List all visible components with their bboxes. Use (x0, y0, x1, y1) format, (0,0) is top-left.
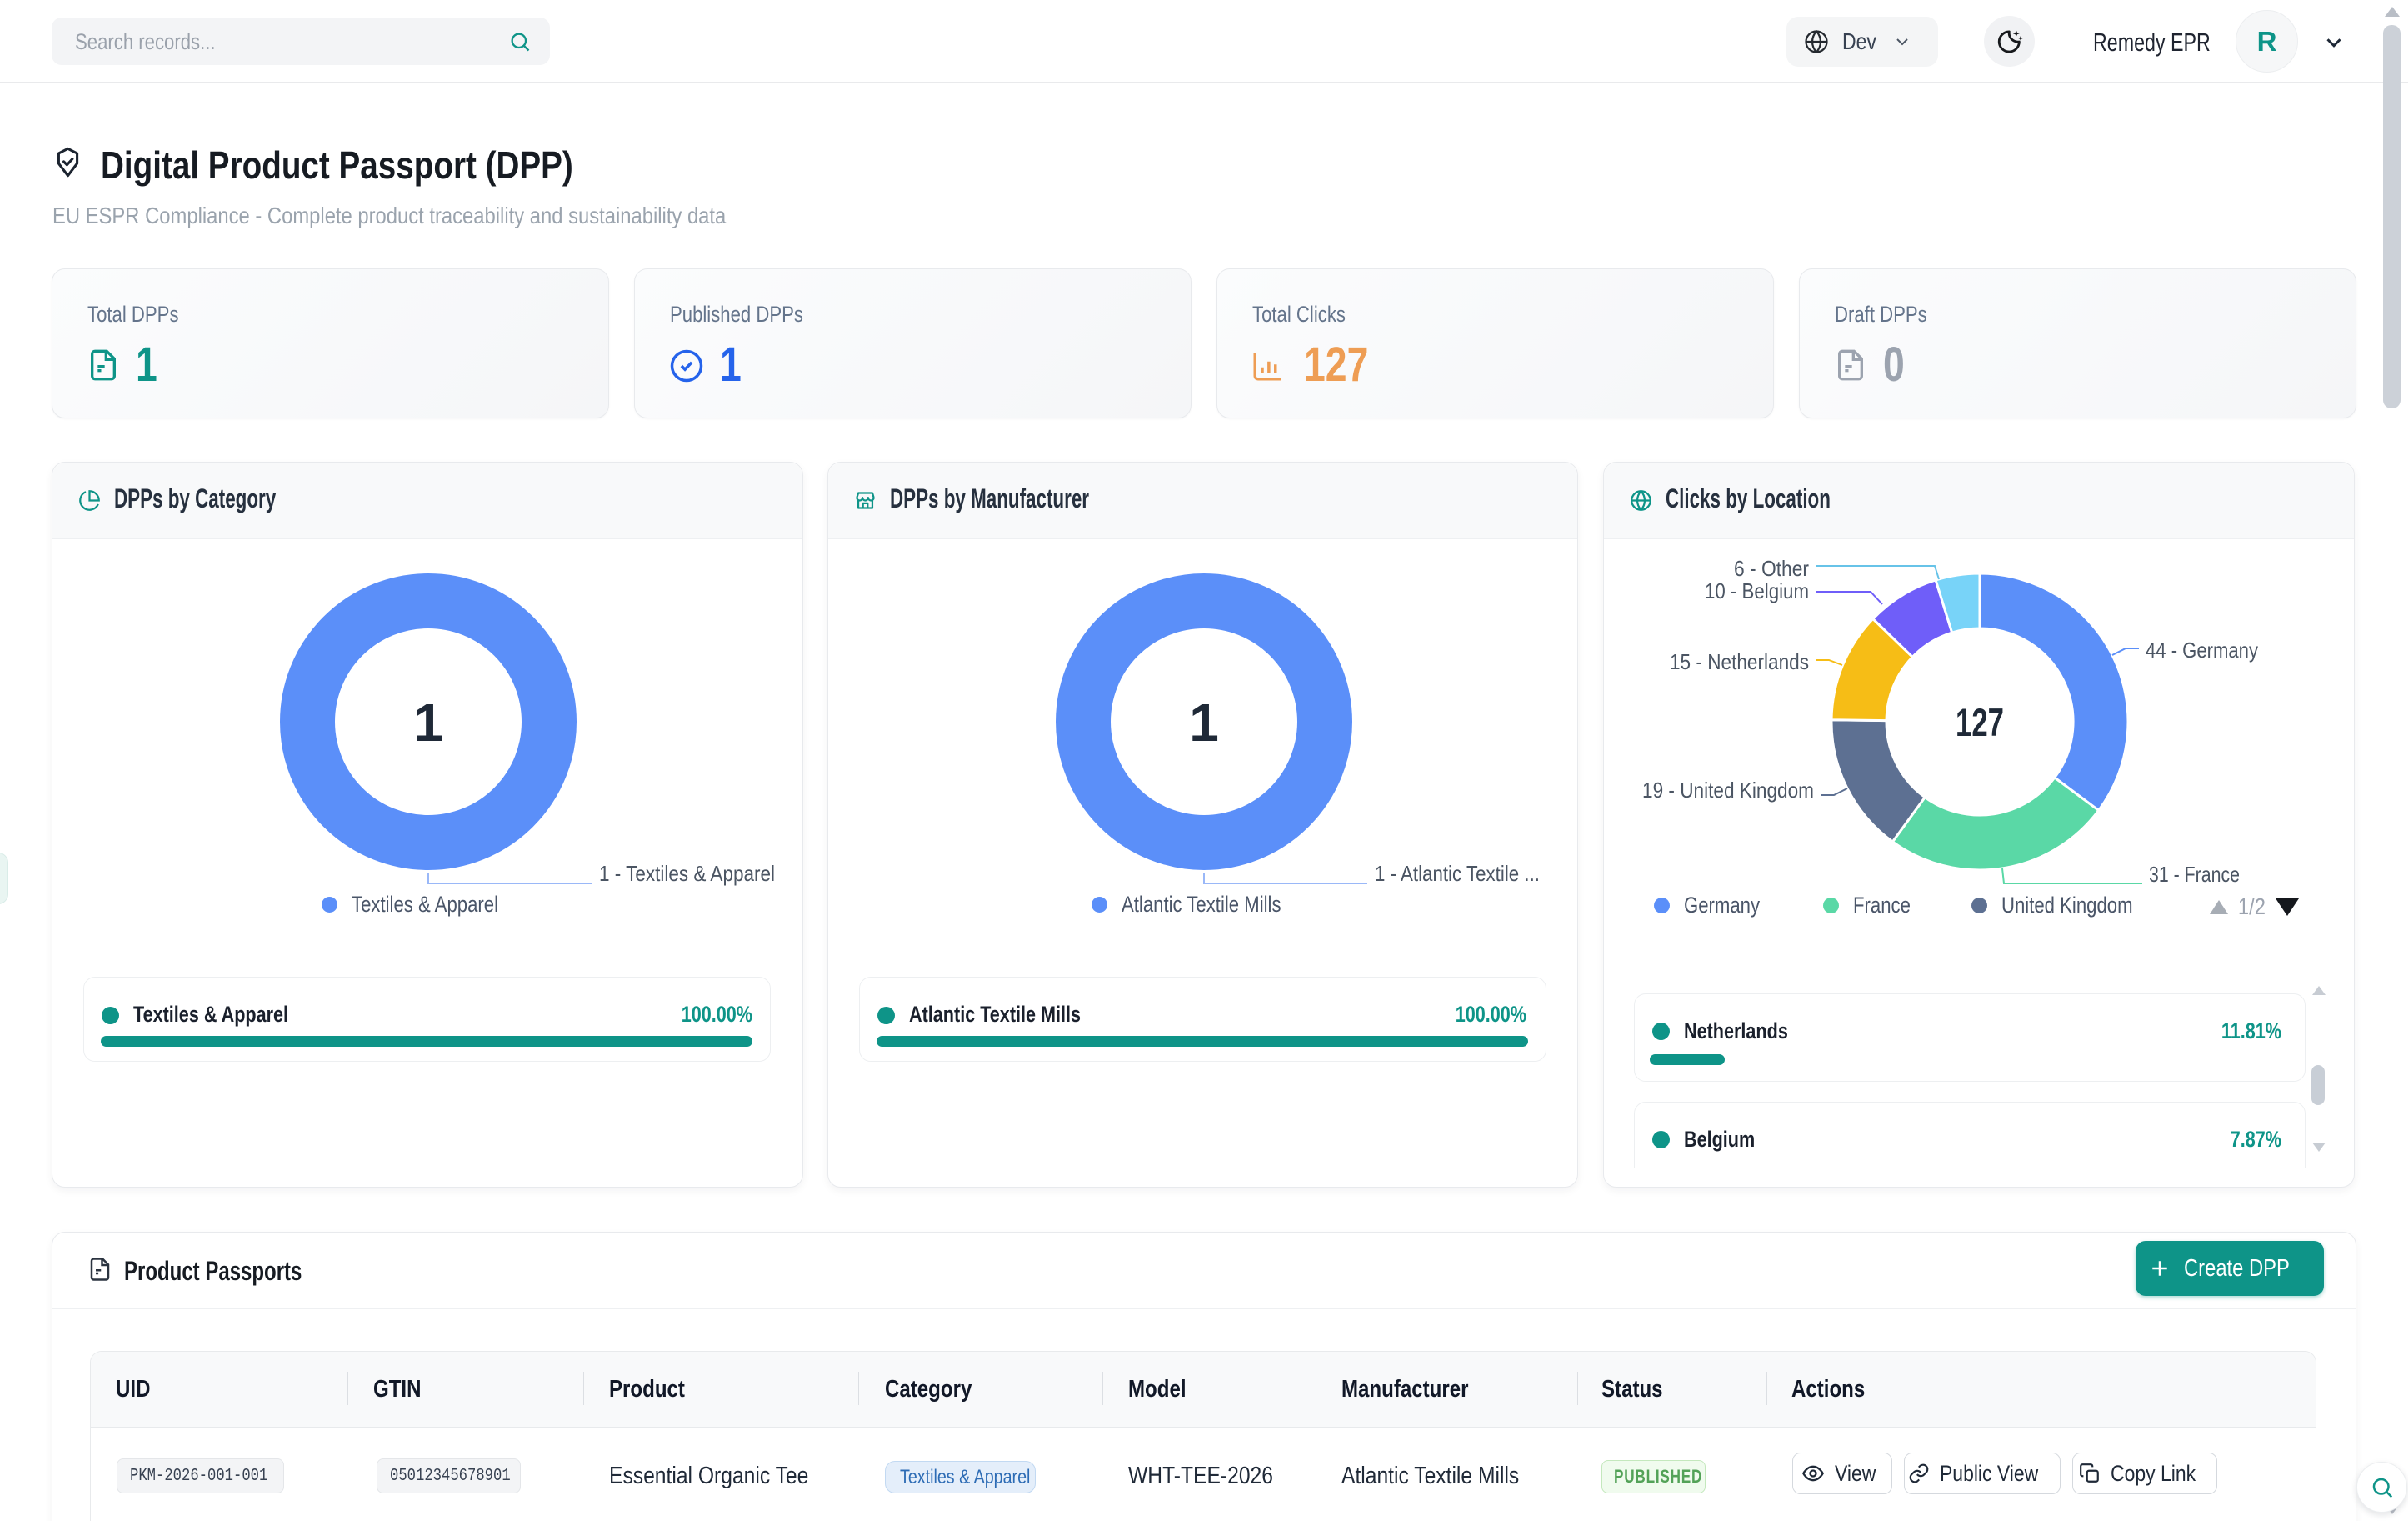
svg-text:1: 1 (1189, 693, 1219, 753)
svg-text:44 - Germany: 44 - Germany (2146, 638, 2258, 663)
svg-text:19 - United Kingdom: 19 - United Kingdom (1642, 778, 1814, 803)
svg-text:1 - Atlantic Textile ...: 1 - Atlantic Textile ... (1375, 861, 1540, 886)
svg-text:1: 1 (413, 693, 443, 753)
svg-text:127: 127 (1956, 700, 2004, 744)
svg-text:10 - Belgium: 10 - Belgium (1705, 578, 1809, 603)
svg-text:31 - France: 31 - France (2149, 862, 2240, 887)
svg-text:15 - Netherlands: 15 - Netherlands (1670, 649, 1809, 674)
svg-text:6 - Other: 6 - Other (1734, 556, 1809, 581)
svg-text:1 - Textiles & Apparel: 1 - Textiles & Apparel (599, 861, 775, 886)
